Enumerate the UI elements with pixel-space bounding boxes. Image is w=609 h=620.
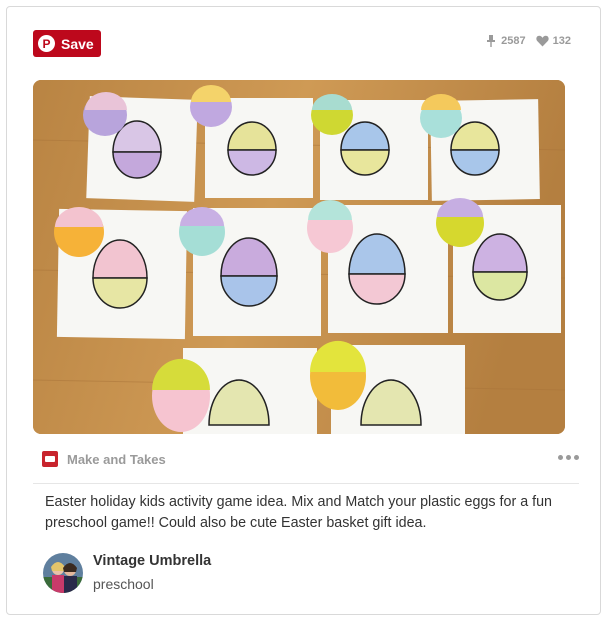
pin-image[interactable] (33, 80, 565, 434)
pinterest-logo-icon: P (38, 35, 55, 52)
easter-egg-photo (33, 80, 565, 434)
save-button[interactable]: P Save (33, 30, 101, 57)
repin-count-text: 2587 (501, 35, 526, 47)
source-favicon-icon (42, 451, 58, 467)
board-name[interactable]: preschool (93, 574, 211, 594)
pinner-name[interactable]: Vintage Umbrella (93, 551, 211, 571)
source-name[interactable]: Make and Takes (67, 452, 166, 467)
pin-source: Make and Takes (42, 451, 579, 467)
heart-icon (536, 35, 549, 47)
like-count-text: 132 (552, 35, 571, 47)
more-dots-icon[interactable] (558, 451, 579, 464)
repin-count[interactable]: 2587 (485, 35, 526, 47)
repin-icon (487, 35, 496, 47)
divider (33, 483, 579, 484)
pin-description: Easter holiday kids activity game idea. … (45, 494, 552, 531)
pin-stats: 2587 132 (485, 35, 571, 47)
pinner-info[interactable]: Vintage Umbrella preschool (43, 551, 211, 594)
save-label: Save (61, 35, 94, 52)
like-count[interactable]: 132 (536, 35, 571, 47)
avatar[interactable] (43, 552, 83, 593)
